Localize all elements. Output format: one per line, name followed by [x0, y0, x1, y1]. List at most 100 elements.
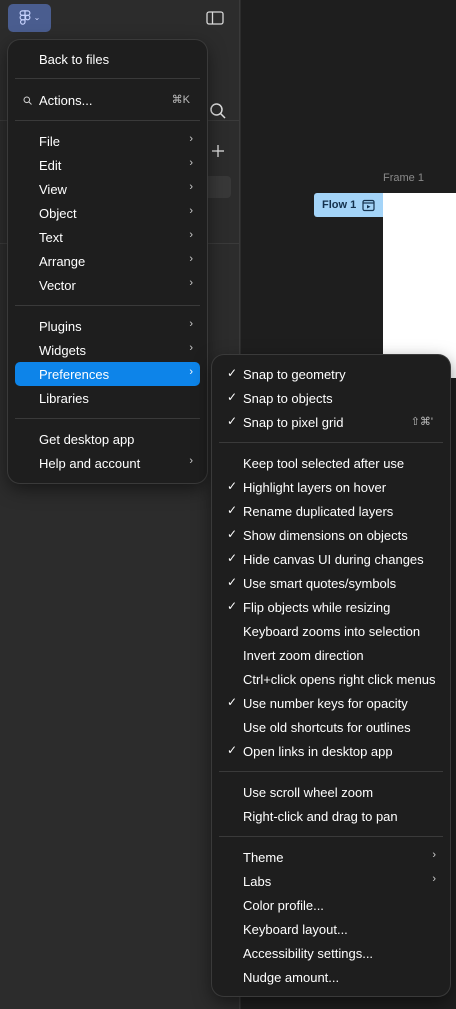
menu-item-label: Rename duplicated layers: [243, 503, 394, 519]
menu-item-label: Preferences: [39, 366, 110, 382]
sidebar-toggle-icon[interactable]: [206, 10, 224, 26]
menu-item-label: Object: [39, 205, 77, 221]
menu-item-label: Keyboard layout...: [243, 921, 348, 937]
present-flow-icon[interactable]: [362, 199, 375, 212]
chevron-right-icon: ›: [189, 157, 193, 169]
pref-hide-canvas-ui[interactable]: ✓ Hide canvas UI during changes: [219, 547, 443, 571]
pref-color-profile[interactable]: Color profile...: [219, 893, 443, 917]
pref-snap-to-objects[interactable]: ✓ Snap to objects: [219, 386, 443, 410]
menu-item-view[interactable]: View ›: [15, 177, 200, 201]
chevron-right-icon: ›: [189, 455, 193, 467]
menu-item-label: Show dimensions on objects: [243, 527, 408, 543]
menu-item-widgets[interactable]: Widgets ›: [15, 338, 200, 362]
menu-item-preferences[interactable]: Preferences ›: [15, 362, 200, 386]
menu-item-label: Nudge amount...: [243, 969, 340, 985]
menu-item-label: Vector: [39, 277, 76, 293]
pref-ctrl-click[interactable]: Ctrl+click opens right click menus: [219, 667, 443, 691]
pref-highlight-layers[interactable]: ✓ Highlight layers on hover: [219, 475, 443, 499]
flow-starting-point[interactable]: Flow 1: [314, 193, 383, 217]
check-icon: ✓: [227, 599, 238, 613]
search-icon: [23, 96, 32, 105]
menu-separator: [15, 418, 200, 419]
frame-label[interactable]: Frame 1: [383, 172, 424, 184]
menu-item-label: Use smart quotes/symbols: [243, 575, 397, 591]
menu-separator: [219, 442, 443, 443]
check-icon: ✓: [227, 390, 238, 404]
menu-item-label: Use old shortcuts for outlines: [243, 719, 411, 735]
pref-smart-quotes[interactable]: ✓ Use smart quotes/symbols: [219, 571, 443, 595]
pref-old-shortcuts[interactable]: Use old shortcuts for outlines: [219, 715, 443, 739]
chevron-right-icon: ›: [189, 181, 193, 193]
flow-label: Flow 1: [322, 199, 357, 211]
menu-item-edit[interactable]: Edit ›: [15, 153, 200, 177]
menu-item-help-and-account[interactable]: Help and account ›: [15, 451, 200, 475]
menu-item-label: Open links in desktop app: [243, 743, 393, 759]
check-icon: ✓: [227, 551, 238, 565]
menu-item-label: Right-click and drag to pan: [243, 808, 398, 824]
menu-item-label: Invert zoom direction: [243, 647, 364, 663]
chevron-right-icon: ›: [189, 366, 193, 378]
menu-item-arrange[interactable]: Arrange ›: [15, 249, 200, 273]
figma-logo-icon: [19, 10, 31, 25]
menu-item-vector[interactable]: Vector ›: [15, 273, 200, 297]
pref-theme[interactable]: Theme ›: [219, 845, 443, 869]
pref-keyboard-zooms[interactable]: Keyboard zooms into selection: [219, 619, 443, 643]
menu-item-back-to-files[interactable]: Back to files: [15, 47, 200, 71]
pref-number-keys-opacity[interactable]: ✓ Use number keys for opacity: [219, 691, 443, 715]
menu-item-label: File: [39, 133, 60, 149]
menu-item-label: Text: [39, 229, 63, 245]
menu-item-label: Labs: [243, 873, 272, 889]
shortcut-label: ⌘K: [171, 94, 190, 106]
menu-item-libraries[interactable]: Libraries: [15, 386, 200, 410]
pref-keyboard-layout[interactable]: Keyboard layout...: [219, 917, 443, 941]
check-icon: ✓: [227, 695, 238, 709]
menu-item-text[interactable]: Text ›: [15, 225, 200, 249]
chevron-right-icon: ›: [189, 277, 193, 289]
check-icon: ✓: [227, 503, 238, 517]
add-page-icon[interactable]: [210, 143, 226, 159]
main-menu-button[interactable]: ⌄: [8, 4, 51, 32]
menu-item-object[interactable]: Object ›: [15, 201, 200, 225]
menu-item-label: Highlight layers on hover: [243, 479, 387, 495]
chevron-right-icon: ›: [189, 205, 193, 217]
pref-scroll-wheel-zoom[interactable]: Use scroll wheel zoom: [219, 780, 443, 804]
chevron-right-icon: ›: [189, 133, 193, 145]
pref-show-dimensions[interactable]: ✓ Show dimensions on objects: [219, 523, 443, 547]
pref-keep-tool-selected[interactable]: Keep tool selected after use: [219, 451, 443, 475]
pref-flip-objects[interactable]: ✓ Flip objects while resizing: [219, 595, 443, 619]
menu-item-get-desktop-app[interactable]: Get desktop app: [15, 427, 200, 451]
menu-separator: [15, 78, 200, 79]
pref-invert-zoom[interactable]: Invert zoom direction: [219, 643, 443, 667]
frame[interactable]: [383, 193, 456, 378]
pref-nudge-amount[interactable]: Nudge amount...: [219, 965, 443, 989]
pref-accessibility-settings[interactable]: Accessibility settings...: [219, 941, 443, 965]
search-icon[interactable]: [209, 102, 227, 120]
chevron-right-icon: ›: [189, 253, 193, 265]
check-icon: ✓: [227, 575, 238, 589]
pref-labs[interactable]: Labs ›: [219, 869, 443, 893]
menu-item-label: Accessibility settings...: [243, 945, 374, 961]
check-icon: ✓: [227, 743, 238, 757]
menu-item-label: Color profile...: [243, 897, 324, 913]
menu-separator: [15, 120, 200, 121]
pref-right-click-pan[interactable]: Right-click and drag to pan: [219, 804, 443, 828]
menu-item-plugins[interactable]: Plugins ›: [15, 314, 200, 338]
chevron-right-icon: ›: [189, 342, 193, 354]
menu-item-label: Use scroll wheel zoom: [243, 784, 374, 800]
menu-item-file[interactable]: File ›: [15, 129, 200, 153]
check-icon: ✓: [227, 366, 238, 380]
menu-item-actions[interactable]: Actions... ⌘K: [15, 88, 200, 112]
pref-rename-duplicated[interactable]: ✓ Rename duplicated layers: [219, 499, 443, 523]
menu-item-label: Snap to geometry: [243, 366, 346, 382]
menu-item-label: Back to files: [39, 51, 110, 67]
menu-item-label: Use number keys for opacity: [243, 695, 408, 711]
pref-open-links-desktop[interactable]: ✓ Open links in desktop app: [219, 739, 443, 763]
menu-item-label: Snap to objects: [243, 390, 333, 406]
menu-separator: [219, 771, 443, 772]
check-icon: ✓: [227, 479, 238, 493]
menu-item-label: Hide canvas UI during changes: [243, 551, 424, 567]
pref-snap-to-geometry[interactable]: ✓ Snap to geometry: [219, 362, 443, 386]
pref-snap-to-pixel-grid[interactable]: ✓ Snap to pixel grid ⇧⌘': [219, 410, 443, 434]
check-icon: ✓: [227, 527, 238, 541]
shortcut-label: ⇧⌘': [410, 416, 433, 428]
